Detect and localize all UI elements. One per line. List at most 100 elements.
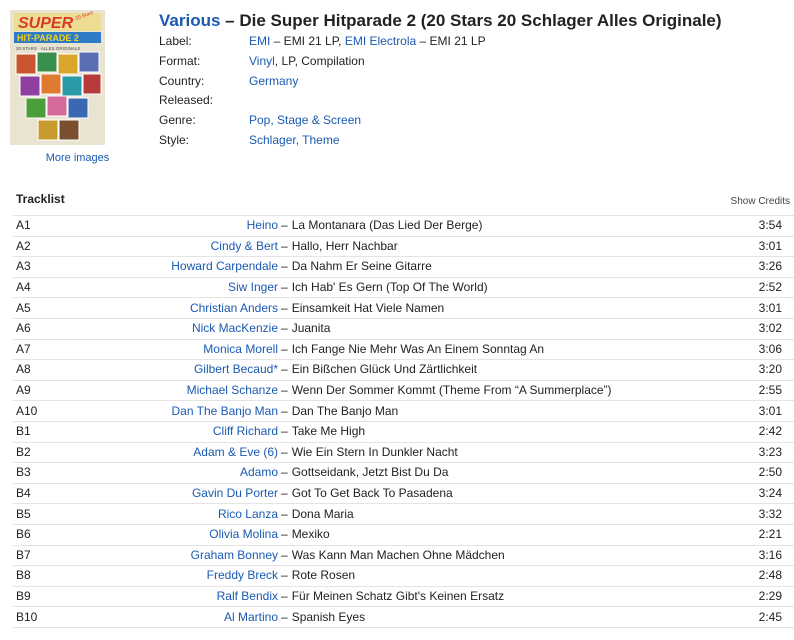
track-artist-link[interactable]: Siw Inger <box>228 280 278 294</box>
track-artist-cell: Freddy Breck <box>56 566 278 585</box>
track-artist-cell: Graham Bonney <box>56 546 278 565</box>
svg-text:SUPER: SUPER <box>18 15 74 32</box>
track-artist-cell: Heino <box>56 216 278 235</box>
format-link-vinyl[interactable]: Vinyl <box>249 54 275 68</box>
track-duration: 3:01 <box>758 403 782 418</box>
info-label-country: Country: <box>159 73 205 88</box>
track-separator: – <box>281 300 288 315</box>
track-row: A3 Howard Carpendale – Da Nahm Er Seine Git… <box>13 257 794 278</box>
svg-text:HIT-PARADE 2: HIT-PARADE 2 <box>17 33 79 43</box>
cover-image[interactable]: SUPER 20 Stars HIT-PARADE 2 20 STARS · A… <box>10 10 105 145</box>
track-title: La Montanara (Das Lied Der Berge) <box>291 218 483 233</box>
info-label-released: Released: <box>159 93 214 108</box>
track-artist-link[interactable]: Monica Morell <box>203 342 278 356</box>
track-row: A10 Dan The Banjo Man – Dan The Banjo Man 3:… <box>13 401 794 422</box>
track-artist-link[interactable]: Graham Bonney <box>191 548 278 562</box>
track-row: B6 Olivia Molina – Mexiko 2:21 <box>13 525 794 546</box>
label-link-emi[interactable]: EMI <box>249 34 270 48</box>
track-duration: 2:48 <box>758 568 782 583</box>
release-artist-link[interactable]: Various <box>159 11 220 30</box>
info-row-genre: Genre: Pop, Stage & Screen <box>159 111 486 131</box>
track-title: Ich Hab' Es Gern (Top Of The World) <box>291 280 488 295</box>
track-artist-cell: Cliff Richard <box>56 422 278 441</box>
track-artist-cell: Nick MacKenzie <box>56 319 278 338</box>
tracklist-table: A1 Heino – La Montanara (Das Lied Der Berge… <box>13 215 794 628</box>
info-row-format: Format: Vinyl, LP, Compilation <box>159 52 486 72</box>
track-position: B1 <box>16 424 31 439</box>
track-separator: – <box>281 403 288 418</box>
track-duration: 3:02 <box>758 321 782 336</box>
track-duration: 2:52 <box>758 280 782 295</box>
track-separator: – <box>281 506 288 521</box>
track-row: B8 Freddy Breck – Rote Rosen 2:48 <box>13 566 794 587</box>
title-separator: – <box>225 11 235 30</box>
track-artist-link[interactable]: Howard Carpendale <box>171 259 278 273</box>
track-position: A10 <box>16 403 38 418</box>
track-artist-cell: Rico Lanza <box>56 505 278 524</box>
track-row: A7 Monica Morell – Ich Fange Nie Mehr Was A… <box>13 340 794 361</box>
track-artist-link[interactable]: Al Martino <box>224 610 278 624</box>
label-link-emi-electrola[interactable]: EMI Electrola <box>345 34 416 48</box>
info-row-released: Released: <box>159 91 486 111</box>
track-artist-cell: Howard Carpendale <box>56 257 278 276</box>
track-position: A1 <box>16 218 31 233</box>
track-artist-cell: Adamo <box>56 463 278 482</box>
track-position: A3 <box>16 259 31 274</box>
track-separator: – <box>281 588 288 603</box>
track-artist-cell: Siw Inger <box>56 278 278 297</box>
track-position: B8 <box>16 568 31 583</box>
info-row-style: Style: Schlager, Theme <box>159 131 486 151</box>
track-artist-link[interactable]: Heino <box>247 218 278 232</box>
track-separator: – <box>281 218 288 233</box>
track-title: Was Kann Man Machen Ohne Mädchen <box>291 547 505 562</box>
track-artist-link[interactable]: Dan The Banjo Man <box>171 404 278 418</box>
track-artist-link[interactable]: Cindy & Bert <box>211 239 278 253</box>
track-artist-link[interactable]: Christian Anders <box>190 301 278 315</box>
style-link[interactable]: Schlager, Theme <box>249 131 340 151</box>
track-position: B5 <box>16 506 31 521</box>
track-position: B2 <box>16 444 31 459</box>
track-row: B1 Cliff Richard – Take Me High 2:42 <box>13 422 794 443</box>
track-separator: – <box>281 609 288 624</box>
track-artist-link[interactable]: Ralf Bendix <box>217 589 278 603</box>
track-artist-link[interactable]: Rico Lanza <box>218 507 278 521</box>
track-row: A2 Cindy & Bert – Hallo, Herr Nachbar 3:01 <box>13 237 794 258</box>
track-artist-link[interactable]: Adam & Eve (6) <box>193 445 278 459</box>
track-artist-cell: Ralf Bendix <box>56 587 278 606</box>
track-title: Hallo, Herr Nachbar <box>291 238 398 253</box>
track-duration: 3:23 <box>758 444 782 459</box>
track-title: Mexiko <box>291 527 330 542</box>
genre-link[interactable]: Pop, Stage & Screen <box>249 111 361 131</box>
track-position: B3 <box>16 465 31 480</box>
track-title: Einsamkeit Hat Viele Namen <box>291 300 445 315</box>
track-title: Ich Fange Nie Mehr Was An Einem Sonntag … <box>291 341 545 356</box>
track-position: A9 <box>16 383 31 398</box>
country-link[interactable]: Germany <box>249 72 298 92</box>
info-row-country: Country: Germany <box>159 72 486 92</box>
track-row: A9 Michael Schanze – Wenn Der Sommer Kommt … <box>13 381 794 402</box>
more-images-link[interactable]: More images <box>10 152 145 164</box>
track-duration: 3:06 <box>758 341 782 356</box>
track-title: Juanita <box>291 321 331 336</box>
track-duration: 3:01 <box>758 238 782 253</box>
label-catno-1: – EMI 21 LP, <box>270 34 345 48</box>
track-row: B4 Gavin Du Porter – Got To Get Back To Pas… <box>13 484 794 505</box>
track-position: B10 <box>16 609 38 624</box>
track-artist-link[interactable]: Cliff Richard <box>213 424 278 438</box>
track-duration: 2:29 <box>758 588 782 603</box>
track-artist-link[interactable]: Gavin Du Porter <box>192 486 278 500</box>
track-artist-link[interactable]: Adamo <box>240 465 278 479</box>
track-title: Take Me High <box>291 424 366 439</box>
track-row: B3 Adamo – Gottseidank, Jetzt Bist Du Da 2:5… <box>13 463 794 484</box>
track-position: A5 <box>16 300 31 315</box>
track-artist-link[interactable]: Olivia Molina <box>209 527 278 541</box>
track-artist-link[interactable]: Nick MacKenzie <box>192 321 278 335</box>
track-artist-link[interactable]: Freddy Breck <box>207 568 278 582</box>
track-duration: 3:16 <box>758 547 782 562</box>
track-separator: – <box>281 424 288 439</box>
track-artist-link[interactable]: Gilbert Becaud* <box>194 362 278 376</box>
track-position: B9 <box>16 588 31 603</box>
track-artist-link[interactable]: Michael Schanze <box>187 383 278 397</box>
track-artist-cell: Olivia Molina <box>56 525 278 544</box>
show-credits-button[interactable]: Show Credits <box>731 196 790 207</box>
